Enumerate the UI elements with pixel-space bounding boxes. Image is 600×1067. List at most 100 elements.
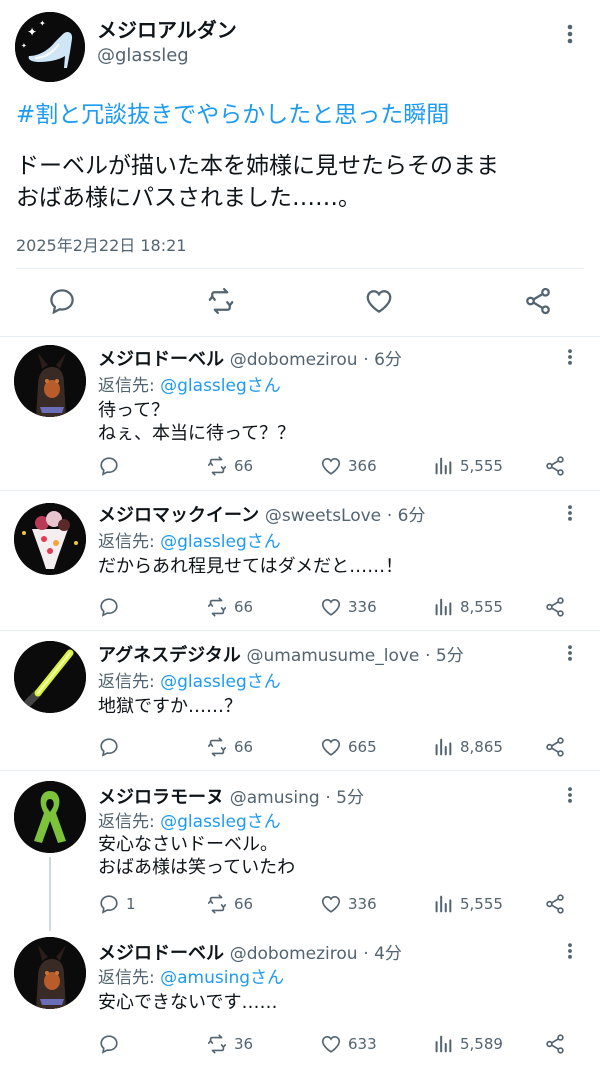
replying-to-user[interactable]: @glasslegさん: [160, 376, 281, 396]
more-options-icon[interactable]: [560, 347, 580, 367]
more-options-icon[interactable]: [560, 941, 580, 961]
more-options-icon[interactable]: [558, 22, 582, 46]
views-icon: [435, 895, 452, 913]
user-handle[interactable]: @amusing: [230, 788, 320, 808]
reply-count: 1: [126, 895, 136, 913]
display-name[interactable]: メジロアルダン: [97, 14, 237, 43]
retweet-button[interactable]: 36: [206, 1033, 253, 1055]
reply-icon[interactable]: [47, 286, 77, 316]
share-icon[interactable]: [544, 596, 566, 618]
reply-header: メジロマックイーン @sweetsLove · 6分: [98, 501, 426, 527]
like-button[interactable]: 633: [320, 1033, 377, 1055]
retweet-button[interactable]: 66: [206, 736, 253, 758]
avatar[interactable]: [14, 345, 86, 417]
reply-tweet[interactable]: メジロドーベル @dobomezirou · 4分 返信先: @amusingさ…: [0, 931, 600, 1067]
svg-text:✦: ✦: [39, 19, 46, 28]
reply-time: · 5分: [325, 788, 364, 808]
user-handle[interactable]: @dobomezirou: [230, 350, 358, 370]
reply-button[interactable]: [98, 736, 126, 758]
reply-header: メジロドーベル @dobomezirou · 6分: [98, 345, 402, 371]
view-count: 5,589: [460, 1035, 503, 1053]
reply-tweet[interactable]: メジロドーベル @dobomezirou · 6分 返信先: @glassleg…: [0, 337, 600, 490]
share-icon[interactable]: [544, 736, 566, 758]
replying-to-user[interactable]: @amusingさん: [160, 968, 284, 988]
like-button[interactable]: 336: [320, 596, 377, 618]
like-button[interactable]: 366: [320, 455, 377, 477]
views-button[interactable]: 8,865: [432, 736, 503, 758]
dog-avatar-icon: [14, 345, 86, 417]
views-button[interactable]: 5,589: [432, 1033, 503, 1055]
retweet-button[interactable]: 66: [206, 455, 253, 477]
reply-button[interactable]: [98, 1033, 126, 1055]
main-tweet: ✦ ✦ ✦ メジロアルダン @glassleg #割と冗談抜きでやらかしたと思っ…: [0, 0, 600, 336]
views-icon: [435, 738, 452, 756]
avatar[interactable]: ✦ ✦ ✦: [15, 12, 85, 82]
replying-to: 返信先: @glasslegさん: [98, 667, 281, 692]
share-icon[interactable]: [544, 455, 566, 477]
avatar[interactable]: [14, 781, 86, 853]
divider: [16, 268, 584, 269]
svg-text:✦: ✦: [21, 42, 27, 50]
views-icon: [435, 598, 452, 616]
views-icon: [435, 457, 452, 475]
reply-button[interactable]: [98, 596, 126, 618]
like-icon: [321, 599, 341, 616]
avatar[interactable]: [14, 503, 86, 575]
retweet-count: 66: [234, 895, 254, 913]
share-icon[interactable]: [544, 893, 566, 915]
display-name[interactable]: メジロラモーヌ: [98, 787, 224, 808]
retweet-button[interactable]: 66: [206, 893, 253, 915]
reply-button[interactable]: 1: [98, 893, 136, 915]
retweet-count: 66: [234, 457, 254, 475]
views-button[interactable]: 5,555: [432, 893, 503, 915]
share-icon[interactable]: [523, 286, 553, 316]
retweet-button[interactable]: 66: [206, 596, 253, 618]
replying-to-user[interactable]: @glasslegさん: [160, 812, 281, 832]
display-name[interactable]: アグネスデジタル: [98, 645, 241, 666]
more-options-icon[interactable]: [560, 503, 580, 523]
replying-to-label: 返信先:: [98, 532, 155, 552]
svg-text:✦: ✦: [27, 25, 37, 39]
like-button[interactable]: 665: [320, 736, 377, 758]
views-button[interactable]: 8,555: [432, 596, 503, 618]
replying-to-label: 返信先:: [98, 376, 155, 396]
reply-tweet[interactable]: メジロラモーヌ @amusing · 5分 返信先: @glasslegさん 安…: [0, 771, 600, 931]
more-options-icon[interactable]: [560, 643, 580, 663]
user-handle[interactable]: @umamusume_love: [246, 646, 419, 666]
like-button[interactable]: 336: [320, 893, 377, 915]
retweet-count: 66: [234, 598, 254, 616]
retweet-icon[interactable]: [206, 286, 236, 316]
parfait-avatar-icon: [14, 503, 86, 575]
reply-time: · 4分: [363, 944, 402, 964]
view-count: 5,555: [460, 457, 503, 475]
share-icon[interactable]: [544, 1033, 566, 1055]
retweet-icon: [207, 894, 227, 914]
like-icon: [321, 1036, 341, 1053]
reply-tweet[interactable]: メジロマックイーン @sweetsLove · 6分 返信先: @glassle…: [0, 491, 600, 630]
user-handle[interactable]: @sweetsLove: [265, 506, 381, 526]
reply-button[interactable]: [98, 455, 126, 477]
like-icon: [321, 458, 341, 475]
replying-to-user[interactable]: @glasslegさん: [160, 532, 281, 552]
tweet-timestamp[interactable]: 2025年2月22日 18:21: [16, 232, 186, 256]
display-name[interactable]: メジロドーベル: [98, 349, 224, 370]
replying-to-label: 返信先:: [98, 812, 155, 832]
view-count: 5,555: [460, 895, 503, 913]
retweet-icon: [207, 737, 227, 757]
ribbon-avatar-icon: [14, 781, 86, 853]
like-count: 336: [348, 598, 377, 616]
hashtag-link[interactable]: #割と冗談抜きでやらかしたと思った瞬間: [16, 95, 449, 129]
more-options-icon[interactable]: [560, 785, 580, 805]
views-button[interactable]: 5,555: [432, 455, 503, 477]
like-icon[interactable]: [364, 286, 394, 316]
user-handle[interactable]: @dobomezirou: [230, 944, 358, 964]
display-name[interactable]: メジロマックイーン: [98, 505, 259, 526]
user-handle[interactable]: @glassleg: [97, 45, 189, 66]
reply-header: アグネスデジタル @umamusume_love · 5分: [98, 641, 464, 667]
avatar[interactable]: [14, 937, 86, 1009]
reply-tweet[interactable]: アグネスデジタル @umamusume_love · 5分 返信先: @glas…: [0, 631, 600, 770]
display-name[interactable]: メジロドーベル: [98, 943, 224, 964]
avatar[interactable]: [14, 641, 86, 713]
replying-to-user[interactable]: @glasslegさん: [160, 672, 281, 692]
reply-text: 安心できないです……: [98, 992, 278, 1013]
